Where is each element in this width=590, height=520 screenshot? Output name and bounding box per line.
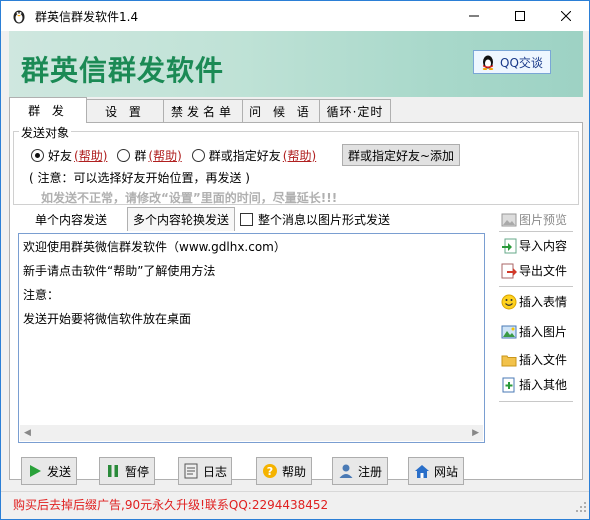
pause-button[interactable]: 暂停 [99, 457, 155, 485]
log-label: 日志 [202, 464, 227, 479]
divider [499, 401, 573, 402]
penguin-app-icon [13, 10, 25, 24]
play-icon [29, 465, 41, 477]
send-target-legend: 发送对象 [19, 124, 72, 141]
help-button[interactable]: ? 帮助 [256, 457, 312, 485]
qq-chat-label: QQ交谈 [500, 55, 543, 70]
export-label: 导出文件 [519, 264, 568, 278]
status-text: 购买后去掉后缀广告,90元永久升级!联系QQ:2294438452 [13, 498, 329, 512]
insert-other-button[interactable]: 插入其他 [501, 376, 567, 393]
header-banner: 群英信群发软件 QQ交谈 [9, 31, 583, 97]
help-link-specified[interactable]: (帮助) [283, 147, 316, 164]
image-send-label[interactable]: 整个消息以图片形式发送 [258, 211, 390, 228]
minimize-button[interactable] [451, 1, 497, 31]
editor-line: 注意： [23, 288, 60, 302]
preview-image-button[interactable]: 图片预览 [501, 211, 567, 228]
tab-loop-timer[interactable]: 循环·定时 [319, 99, 391, 123]
banner-title: 群英信群发软件 [21, 54, 225, 87]
tab-single-content[interactable]: 单个内容发送 [15, 207, 127, 231]
pause-label: 暂停 [124, 464, 149, 479]
app-window: 群英信群发软件1.4 群英信群发软件 QQ交谈 群 发 设 置 禁发名单 问 候… [0, 0, 590, 520]
radio-groups-label[interactable]: 群 [134, 147, 146, 164]
close-button[interactable] [543, 1, 589, 31]
insert-other-icon [502, 377, 515, 392]
insert-image-icon [501, 325, 517, 338]
scroll-left-icon[interactable]: ◀ [24, 428, 31, 438]
qq-penguin-icon [482, 55, 494, 70]
user-icon [339, 464, 353, 478]
divider [499, 231, 573, 232]
send-target-options: 好友 (帮助) 群 (帮助) 群或指定好友 (帮助) [31, 145, 326, 165]
help-label: 帮助 [281, 464, 306, 479]
log-icon [184, 463, 198, 479]
svg-text:?: ? [267, 465, 273, 478]
import-label: 导入内容 [519, 239, 568, 253]
register-label: 注册 [357, 464, 382, 479]
close-icon [561, 11, 571, 21]
maximize-icon [515, 11, 525, 21]
tab-mass-send[interactable]: 群 发 [9, 97, 87, 123]
content-mode-tabs: 单个内容发送 多个内容轮换发送 [15, 207, 235, 231]
export-file-button[interactable]: 导出文件 [501, 262, 567, 279]
editor-line: 发送开始要将微信软件放在桌面 [23, 312, 192, 326]
register-button[interactable]: 注册 [332, 457, 388, 485]
scroll-right-icon[interactable]: ▶ [472, 428, 479, 438]
log-button[interactable]: 日志 [178, 457, 232, 485]
editor-line: 新手请点击软件“帮助”了解使用方法 [23, 264, 216, 278]
help-link-friends[interactable]: (帮助) [74, 147, 107, 164]
preview-label: 图片预览 [519, 213, 568, 227]
help-icon: ? [262, 464, 277, 478]
title-bar[interactable]: 群英信群发软件1.4 [1, 1, 589, 31]
qq-chat-button[interactable]: QQ交谈 [473, 50, 551, 74]
help-link-groups[interactable]: (帮助) [148, 147, 181, 164]
image-preview-icon [501, 213, 517, 226]
main-tabs: 群 发 设 置 禁发名单 问 候 语 循环·定时 [9, 97, 391, 123]
status-bar: 购买后去掉后缀广告,90元永久升级!联系QQ:2294438452 [1, 491, 589, 515]
radio-friends[interactable] [31, 148, 44, 162]
image-send-option[interactable]: 整个消息以图片形式发送 [240, 211, 390, 228]
home-icon [414, 465, 429, 478]
resize-grip-icon[interactable] [575, 501, 587, 513]
divider [499, 286, 573, 287]
import-icon [502, 238, 517, 253]
minimize-icon [469, 15, 479, 17]
window-title: 群英信群发软件1.4 [35, 9, 139, 24]
insert-emoji-label: 插入表情 [519, 295, 568, 309]
image-send-checkbox[interactable] [240, 213, 253, 226]
radio-specified-label[interactable]: 群或指定好友 [209, 147, 281, 164]
insert-other-label: 插入其他 [519, 378, 568, 392]
tab-blocklist[interactable]: 禁发名单 [163, 99, 243, 123]
website-button[interactable]: 网站 [408, 457, 464, 485]
maximize-button[interactable] [497, 1, 543, 31]
export-icon [501, 263, 517, 278]
horizontal-scrollbar[interactable]: ◀ ▶ [20, 425, 483, 441]
insert-image-label: 插入图片 [519, 325, 568, 339]
tab-greetings[interactable]: 问 候 语 [242, 99, 320, 123]
pause-icon [107, 465, 118, 477]
smiley-icon [501, 294, 517, 309]
warning-text: 如发送不正常，请修改“设置”里面的时间，尽量延长!!! [41, 191, 338, 205]
folder-icon [501, 355, 517, 366]
tab-multi-content[interactable]: 多个内容轮换发送 [127, 207, 235, 231]
insert-image-button[interactable]: 插入图片 [501, 323, 567, 340]
note-text: ( 注意：可以选择好友开始位置，再发送 ) [29, 171, 250, 185]
insert-emoji-button[interactable]: 插入表情 [501, 293, 567, 310]
insert-file-button[interactable]: 插入文件 [501, 351, 567, 368]
message-editor[interactable]: 欢迎使用群英微信群发软件（www.gdlhx.com） 新手请点击软件“帮助”了… [18, 233, 485, 443]
insert-file-label: 插入文件 [519, 353, 568, 367]
radio-specified[interactable] [191, 148, 205, 162]
tab-settings[interactable]: 设 置 [86, 99, 164, 123]
radio-friends-label[interactable]: 好友 [48, 147, 72, 164]
website-label: 网站 [433, 464, 458, 479]
editor-line: 欢迎使用群英微信群发软件（www.gdlhx.com） [23, 240, 286, 254]
send-button[interactable]: 发送 [21, 457, 77, 485]
send-label: 发送 [46, 464, 71, 479]
import-content-button[interactable]: 导入内容 [501, 237, 567, 254]
radio-groups[interactable] [117, 148, 131, 162]
add-specified-button[interactable]: 群或指定好友~添加 [342, 144, 460, 166]
